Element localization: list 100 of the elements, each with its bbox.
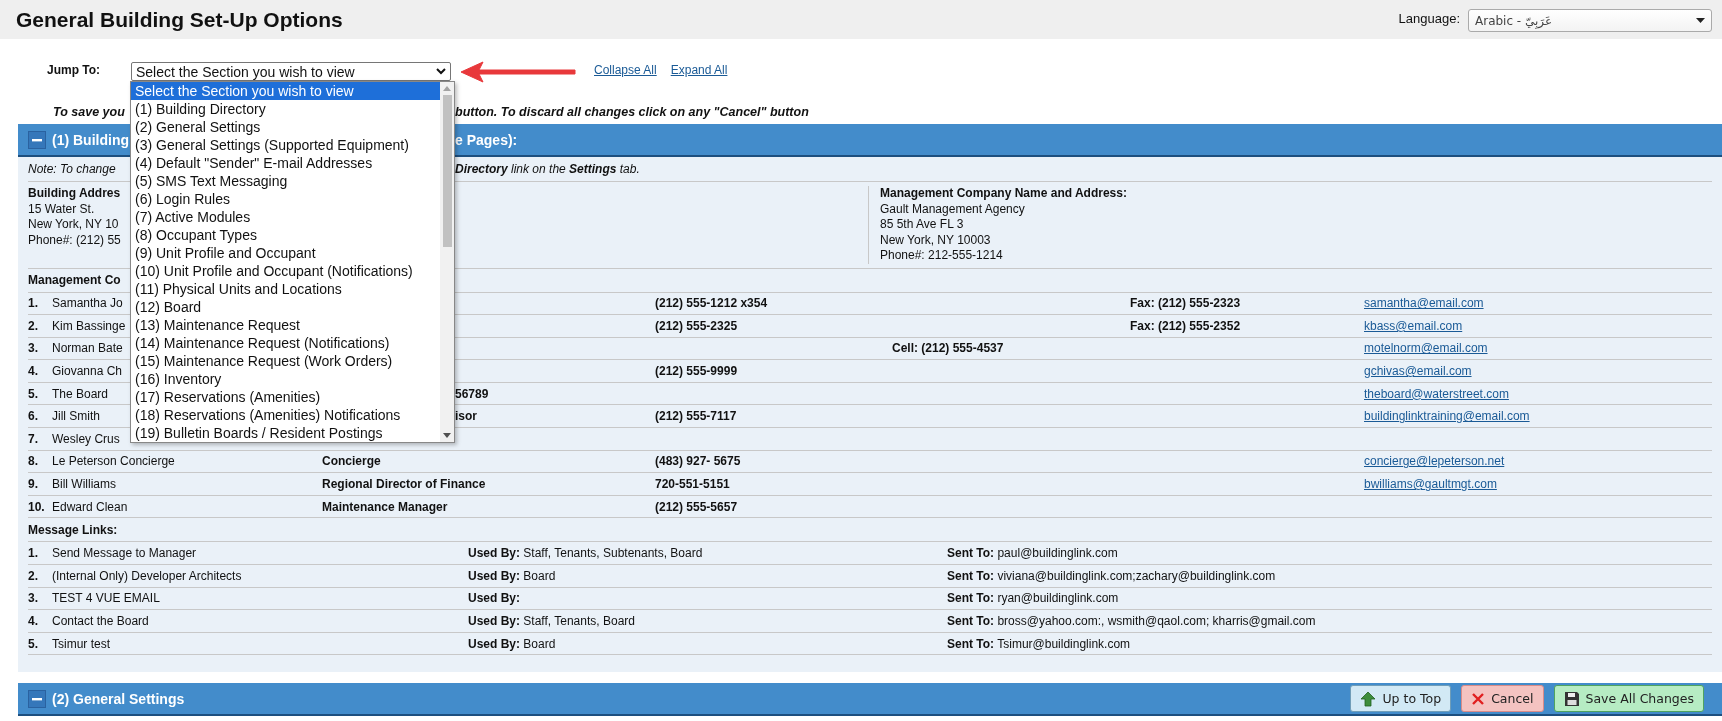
row-number: 5. (28, 386, 38, 401)
note-text: Directory link on the Settings tab. (455, 162, 640, 176)
row-number: 6. (28, 409, 38, 424)
dropdown-option[interactable]: (19) Bulletin Boards / Resident Postings (131, 424, 440, 442)
address-line: New York, NY 10 (28, 217, 119, 233)
collapse-icon[interactable] (28, 130, 46, 149)
save-button[interactable]: Save All Changes (1553, 685, 1704, 713)
language-select[interactable]: Arabic - عَرَبِيّ (1468, 9, 1712, 32)
email-link[interactable]: buildinglinktraining@email.com (1364, 409, 1530, 424)
contact-title: Regional Director of Finance (322, 477, 486, 492)
section-title: (1) Building (52, 131, 129, 148)
note-text: Note: To change (28, 162, 116, 176)
contact-phone: (212) 555-2325 (655, 318, 738, 333)
messages-label: Message Links: (28, 522, 118, 537)
used-by-text: Used By: Staff, Tenants, Subtenants, Board (468, 546, 703, 561)
used-by-text: Used By: Staff, Tenants, Board (468, 614, 635, 628)
sent-to-text: Sent To: bross@yahoo.com:, wsmith@qaol.com; kharris@gmail.com (947, 614, 1316, 628)
email-link[interactable]: gchivas@email.com (1364, 364, 1472, 379)
contact-fax: Fax: (212) 555-2352 (1130, 318, 1241, 333)
contact-phone: (212) 555-9999 (655, 364, 738, 379)
contact-name: Le Peterson Concierge (52, 454, 175, 469)
chevron-down-icon (436, 68, 446, 75)
row-number: 5. (28, 636, 38, 651)
address-label: Building Addres (28, 186, 121, 202)
contacts-label: Management Co (28, 273, 121, 287)
email-link[interactable]: motelnorm@email.com (1364, 341, 1488, 356)
contact-name: Bill Williams (52, 477, 116, 492)
row-number: 2. (28, 568, 38, 583)
row-number: 2. (28, 318, 38, 333)
message-name: Tsimur test (52, 636, 110, 651)
contact-phone: (212) 555-7117 (655, 409, 737, 424)
sent-to-text: Sent To: viviana@buildinglink.com;zachary@buildinglink.com (947, 568, 1276, 583)
used-by-text: Used By: (468, 591, 520, 606)
contact-name: Norman Bate (52, 341, 123, 356)
message-name: Send Message to Manager (52, 546, 197, 561)
section-title: (2) General Settings (52, 690, 185, 707)
up-to-top-button[interactable]: Up to Top (1350, 685, 1452, 713)
address-line: Phone#: (212) 55 (28, 232, 121, 248)
row-number: 1. (28, 546, 38, 561)
row-number: 4. (28, 364, 38, 379)
row-number: 3. (28, 591, 38, 606)
contact-name: Samantha Jo (52, 296, 123, 311)
message-name: TEST 4 VUE EMAIL (52, 591, 160, 606)
contact-title: Concierge (322, 454, 381, 469)
section-title: e Pages): (455, 131, 518, 148)
scrollbar[interactable] (440, 82, 454, 442)
email-link[interactable]: concierge@lepeterson.net (1364, 454, 1505, 469)
page-title: General Building Set-Up Options (16, 7, 343, 32)
section-select[interactable]: Select the Section you wish to view (131, 62, 451, 81)
row-number: 3. (28, 341, 38, 356)
contact-cell: Cell: (212) 555-4537 (892, 341, 1004, 356)
cancel-button[interactable]: Cancel (1461, 685, 1544, 713)
message-name: (Internal Only) Developer Architects (52, 568, 242, 583)
address-label: Management Company Name and Address: (880, 186, 1127, 202)
email-link[interactable]: bwilliams@gaultmgt.com (1364, 477, 1497, 492)
jump-label: Jump To: (47, 62, 102, 77)
contact-fax: Fax: (212) 555-2323 (1130, 296, 1241, 311)
scroll-down-icon[interactable] (443, 433, 451, 438)
dropdown-option[interactable]: Select the Section you wish to view (131, 82, 440, 100)
used-by-text: Used By: Board (468, 636, 556, 651)
address-line: Phone#: 212-555-1214 (880, 248, 1003, 264)
toggle-link[interactable]: Collapse All (594, 63, 657, 77)
contact-title: 56789 (455, 386, 489, 401)
contact-title: isor (455, 409, 477, 424)
email-link[interactable]: kbass@email.com (1364, 318, 1463, 333)
contact-phone: (483) 927- 5675 (655, 454, 741, 469)
row-number: 1. (28, 296, 38, 311)
sent-to-text: Sent To: Tsimur@buildinglink.com (947, 636, 1131, 651)
instruction-text: To save you (53, 105, 125, 119)
row-number: 9. (28, 477, 38, 492)
toggle-link[interactable]: Expand All (670, 63, 728, 77)
used-by-text: Used By: Board (468, 568, 556, 583)
email-link[interactable]: samantha@email.com (1364, 296, 1484, 311)
sent-to-text: Sent To: paul@buildinglink.com (947, 546, 1118, 561)
email-link[interactable]: theboard@waterstreet.com (1364, 386, 1509, 401)
close-icon (1471, 691, 1486, 706)
message-name: Contact the Board (52, 614, 149, 628)
row-number: 10. (28, 499, 45, 514)
up-arrow-icon (1360, 690, 1377, 707)
contact-name: Edward Clean (52, 499, 128, 514)
contact-name: Wesley Crus (52, 431, 120, 446)
contact-name: Jill Smith (52, 409, 100, 424)
contact-phone: 720-551-5151 (655, 477, 730, 492)
contact-name: Kim Bassinge (52, 318, 126, 333)
address-line: 15 Water St. (28, 201, 95, 217)
address-line: New York, NY 10003 (880, 232, 991, 248)
contact-title: Maintenance Manager (322, 499, 448, 514)
collapse-icon[interactable] (28, 689, 46, 708)
instruction-text: button. To discard all changes click on any "Cancel" button (455, 105, 809, 119)
row-number: 8. (28, 454, 38, 469)
row-number: 4. (28, 614, 38, 628)
address-line: 85 5th Ave FL 3 (880, 217, 964, 233)
language-label: Language: (1398, 10, 1460, 26)
contact-phone: (212) 555-1212 x354 (655, 296, 768, 311)
caret-down-icon (1696, 18, 1705, 23)
contact-phone: (212) 555-5657 (655, 499, 738, 514)
row-number: 7. (28, 431, 38, 446)
address-line: Gault Management Agency (880, 201, 1025, 217)
contact-name: Giovanna Ch (52, 364, 123, 379)
contact-name: The Board (52, 386, 109, 401)
